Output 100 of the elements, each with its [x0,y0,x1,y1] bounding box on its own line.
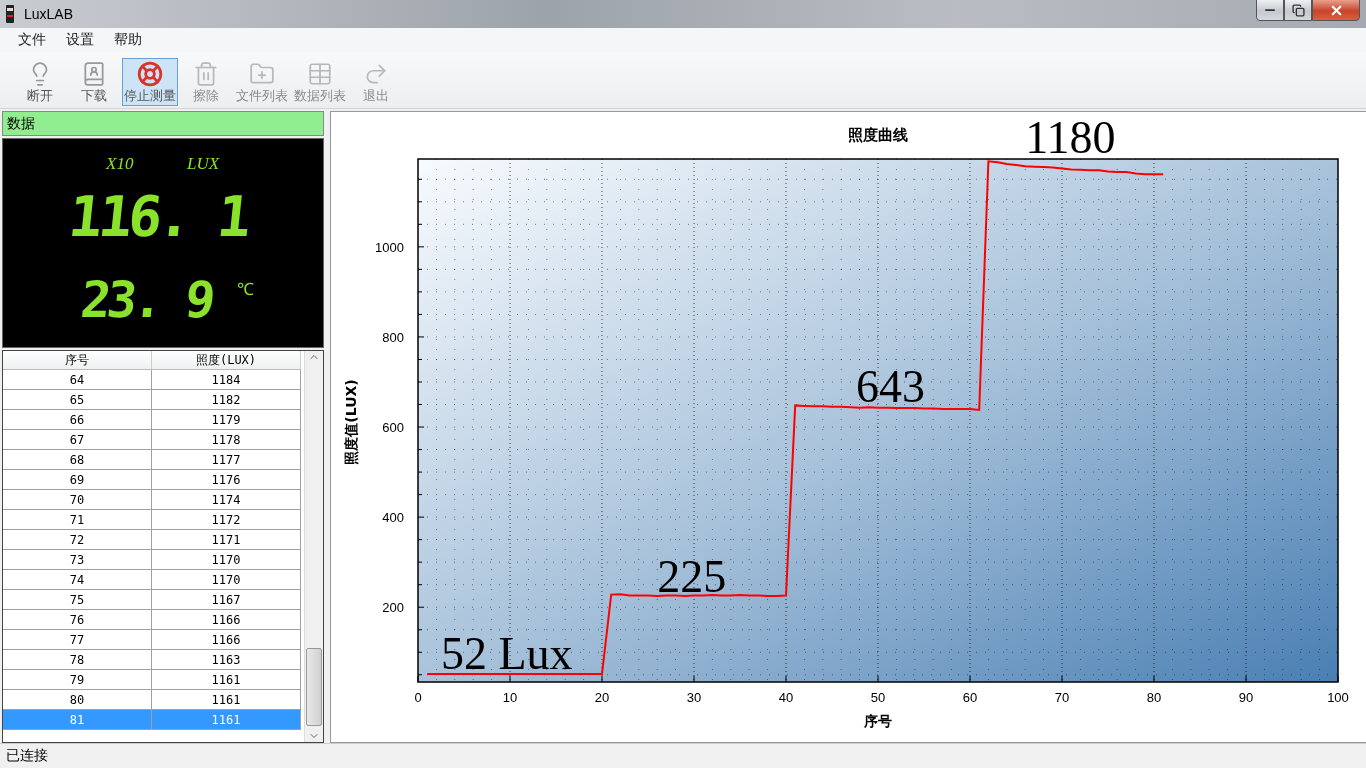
table-cell: 1171 [152,530,301,549]
table-cell: 1170 [152,570,301,589]
lifebuoy-icon [137,61,163,87]
x-axis-label: 序号 [864,713,892,729]
table-row[interactable]: 73 1170 [3,550,301,570]
value-annotation: 225 [657,551,727,603]
toolbar-button[interactable]: 断开 [14,58,66,106]
table-row[interactable]: 67 1178 [3,430,301,450]
x-tick-label: 80 [1146,690,1162,705]
table-row[interactable]: 65 1182 [3,390,301,410]
menu-item[interactable]: 帮助 [106,31,150,49]
y-tick-label: 1000 [375,239,404,255]
x-tick-label: 90 [1238,690,1254,705]
table-row[interactable]: 64 1184 [3,370,301,390]
table-cell: 80 [3,690,152,709]
table-cell: 1167 [152,590,301,609]
x-tick-label: 10 [502,690,518,705]
table-cell: 1184 [152,370,301,389]
value-annotation: 1180 [1025,112,1116,164]
value-annotation: 52 Lux [441,627,573,679]
scrollbar[interactable] [304,351,323,742]
y-tick-label: 400 [382,510,404,526]
toolbar-button[interactable]: 下载 [68,58,120,106]
temperature-unit: ℃ [237,281,254,298]
scroll-thumb[interactable] [306,648,322,726]
table-cell: 1170 [152,550,301,569]
menu-item[interactable]: 文件 [10,31,54,49]
column-header[interactable]: 照度(LUX) [152,351,301,369]
table-cell: 77 [3,630,152,649]
table-cell: 75 [3,590,152,609]
table-row[interactable]: 76 1166 [3,610,301,630]
x-tick-label: 0 [414,690,422,705]
x-tick-label: 60 [962,690,978,705]
chart-title: 照度曲线 [848,126,908,144]
table-row[interactable]: 74 1170 [3,570,301,590]
close-button[interactable] [1312,0,1360,21]
table-cell: 1161 [152,670,301,689]
table-cell: 1163 [152,650,301,669]
table-row[interactable]: 68 1177 [3,450,301,470]
table-row[interactable]: 70 1174 [3,490,301,510]
y-tick-label: 600 [382,420,404,436]
restore-button[interactable] [1284,0,1312,21]
table-cell: 1161 [152,710,301,729]
x-tick-label: 30 [686,690,702,705]
table-row[interactable]: 66 1179 [3,410,301,430]
x-tick-label: 20 [594,690,610,705]
table-row[interactable]: 71 1172 [3,510,301,530]
y-axis-label: 照度值(LUX) [343,379,359,465]
table-cell: 76 [3,610,152,629]
table-icon [307,61,333,87]
table-cell: 1166 [152,610,301,629]
trash-icon [193,61,219,87]
table-cell: 1166 [152,630,301,649]
window-title: LuxLAB [24,6,75,22]
status-text: 已连接 [0,743,1366,768]
table-row[interactable]: 69 1176 [3,470,301,490]
table-cell: 67 [3,430,152,449]
table-row[interactable]: 77 1166 [3,630,301,650]
table-cell: 81 [3,710,152,729]
unit-label: LUX [187,155,220,172]
restore-icon [1291,3,1305,17]
table-cell: 78 [3,650,152,669]
temperature-reading: 23. 9 [78,275,215,325]
table-cell: 1174 [152,490,301,509]
app-icon [4,4,16,24]
multiplier-label: X10 [106,155,134,172]
table-cell: 1178 [152,430,301,449]
table-cell: 65 [3,390,152,409]
table-cell: 66 [3,410,152,429]
column-header[interactable]: 序号 [3,351,152,369]
value-annotation: 643 [855,361,925,413]
table-cell: 72 [3,530,152,549]
table-cell: 71 [3,510,152,529]
table-cell: 1161 [152,690,301,709]
table-cell: 79 [3,670,152,689]
table-cell: 69 [3,470,152,489]
table-cell: 1179 [152,410,301,429]
y-tick-label: 200 [382,600,404,616]
table-cell: 74 [3,570,152,589]
table-cell: 70 [3,490,152,509]
table-cell: 1182 [152,390,301,409]
lux-reading: 116. 1 [66,189,251,245]
panel-header: 数据 [2,111,324,136]
table-cell: 1176 [152,470,301,489]
table-row[interactable]: 80 1161 [3,690,301,710]
table-row[interactable]: 75 1167 [3,590,301,610]
toolbar-button[interactable]: 停止测量 [122,58,178,106]
table-row[interactable]: 79 1161 [3,670,301,690]
folder-plus-icon [249,61,275,87]
table-row[interactable]: 78 1163 [3,650,301,670]
table-cell: 73 [3,550,152,569]
y-tick-label: 800 [382,329,404,345]
address-book-icon [81,61,107,87]
table-cell: 1177 [152,450,301,469]
menu-item[interactable]: 设置 [58,31,102,49]
table-cell: 1172 [152,510,301,529]
table-row[interactable]: 72 1171 [3,530,301,550]
minimize-button[interactable] [1256,0,1284,21]
table-cell: 68 [3,450,152,469]
x-tick-label: 40 [778,690,794,705]
